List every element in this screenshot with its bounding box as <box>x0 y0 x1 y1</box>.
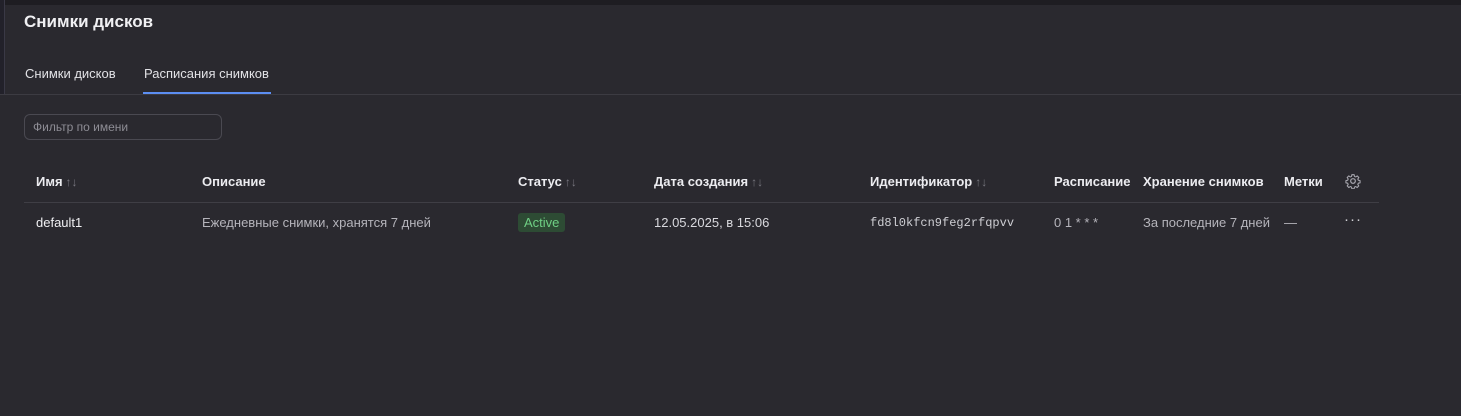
gear-icon[interactable] <box>1345 173 1361 189</box>
cell-labels: — <box>1284 215 1297 230</box>
schedules-table: Имя ↑↓ Описание Статус ↑↓ Дата создания ↑↓ … <box>24 162 1379 243</box>
column-header-id[interactable]: Идентификатор ↑↓ <box>870 174 987 189</box>
column-header-label: Идентификатор <box>870 174 973 189</box>
column-header-label: Хранение снимков <box>1143 174 1264 189</box>
column-header-labels: Метки <box>1284 174 1323 189</box>
cell-name[interactable]: default1 <box>36 215 82 230</box>
top-border <box>0 0 1461 5</box>
column-header-retention: Хранение снимков <box>1143 174 1264 189</box>
column-header-created[interactable]: Дата создания ↑↓ <box>654 174 763 189</box>
sort-icon[interactable]: ↑↓ <box>565 175 577 189</box>
cell-id: fd8l0kfcn9feg2rfqpvv <box>870 216 1015 230</box>
tab-bar: Снимки дисков Расписания снимков <box>0 56 1461 95</box>
column-header-description: Описание <box>202 174 266 189</box>
sort-icon[interactable]: ↑↓ <box>66 175 78 189</box>
column-header-label: Имя <box>36 174 63 189</box>
column-header-label: Расписание <box>1054 174 1131 189</box>
tab-snapshot-schedules[interactable]: Расписания снимков <box>144 66 269 81</box>
name-filter-input[interactable] <box>24 114 222 140</box>
table-header: Имя ↑↓ Описание Статус ↑↓ Дата создания ↑↓ … <box>24 162 1379 203</box>
table-row[interactable]: default1 Ежедневные снимки, хранятся 7 д… <box>24 203 1379 243</box>
cell-retention: За последние 7 дней <box>1143 215 1270 230</box>
page-title: Снимки дисков <box>24 12 154 31</box>
column-header-label: Дата создания <box>654 174 749 189</box>
cell-description: Ежедневные снимки, хранятся 7 дней <box>202 215 431 230</box>
cell-schedule: 0 1 * * * <box>1054 215 1099 230</box>
column-header-label: Описание <box>202 174 266 189</box>
column-header-status[interactable]: Статус ↑↓ <box>518 174 577 189</box>
column-header-schedule: Расписание <box>1054 174 1131 189</box>
column-header-label: Статус <box>518 174 562 189</box>
more-horizontal-icon[interactable]: ··· <box>1344 211 1362 228</box>
cell-created: 12.05.2025, в 15:06 <box>654 215 770 230</box>
column-header-name[interactable]: Имя ↑↓ <box>36 174 78 189</box>
sort-icon[interactable]: ↑↓ <box>751 175 763 189</box>
active-tab-indicator <box>143 92 271 94</box>
column-header-label: Метки <box>1284 174 1323 189</box>
sort-icon[interactable]: ↑↓ <box>975 175 987 189</box>
status-badge: Active <box>518 213 566 232</box>
tab-disk-snapshots[interactable]: Снимки дисков <box>25 66 116 81</box>
